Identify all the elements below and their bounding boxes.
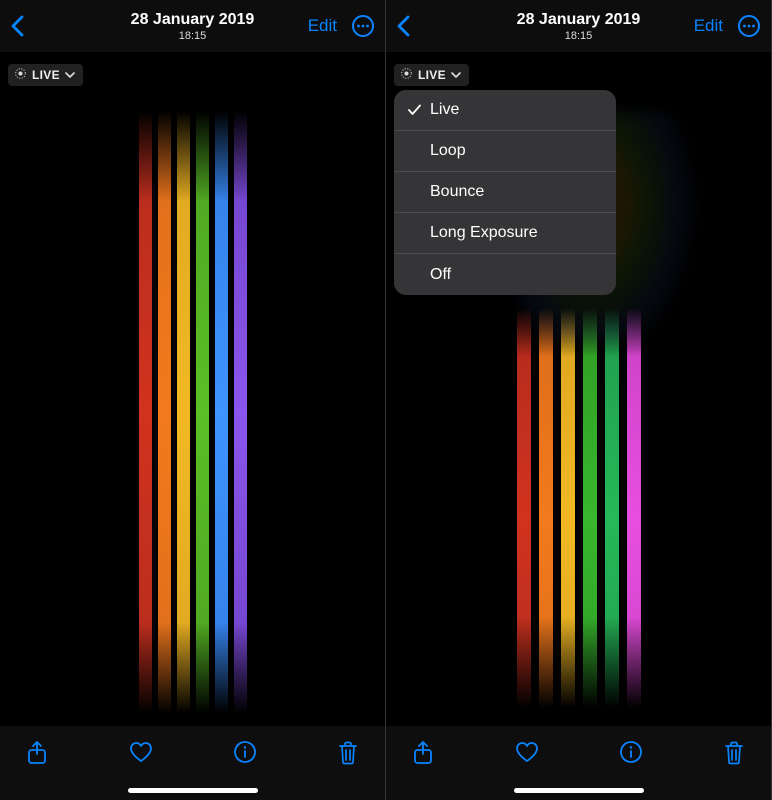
back-button[interactable] — [10, 15, 26, 37]
menu-item-long-exposure[interactable]: Long Exposure — [394, 213, 616, 254]
live-badge[interactable]: LIVE — [394, 64, 469, 86]
share-button[interactable] — [26, 740, 48, 766]
menu-item-label: Off — [430, 266, 451, 284]
home-indicator[interactable] — [514, 788, 644, 793]
menu-item-label: Bounce — [430, 183, 484, 201]
menu-item-live[interactable]: Live — [394, 90, 616, 131]
menu-item-label: Loop — [430, 142, 466, 160]
photo-content[interactable]: LIVE Live Loop Bounce Long Ex — [386, 52, 771, 726]
edit-button[interactable]: Edit — [694, 16, 723, 36]
menu-item-off[interactable]: Off — [394, 254, 616, 295]
menu-item-label: Long Exposure — [430, 224, 538, 242]
header-title: 28 January 2019 18:15 — [468, 11, 689, 42]
favorite-button[interactable] — [128, 740, 154, 764]
favorite-button[interactable] — [514, 740, 540, 764]
top-bar: 28 January 2019 18:15 Edit — [0, 0, 385, 52]
screen-photo-viewer-menu-open: 28 January 2019 18:15 Edit LIVE — [386, 0, 772, 800]
header-title: 28 January 2019 18:15 — [82, 11, 303, 42]
delete-button[interactable] — [723, 740, 745, 766]
share-button[interactable] — [412, 740, 434, 766]
live-photo-icon — [14, 67, 27, 83]
check-icon — [408, 104, 421, 116]
live-badge-label: LIVE — [32, 68, 60, 82]
photo-content[interactable]: LIVE — [0, 52, 385, 726]
live-badge[interactable]: LIVE — [8, 64, 83, 86]
screen-photo-viewer-collapsed: 28 January 2019 18:15 Edit LIVE — [0, 0, 386, 800]
info-button[interactable] — [233, 740, 257, 764]
live-effect-menu: Live Loop Bounce Long Exposure Off — [394, 90, 616, 295]
more-button[interactable] — [737, 14, 761, 38]
chevron-down-icon — [65, 68, 75, 82]
top-bar: 28 January 2019 18:15 Edit — [386, 0, 771, 52]
more-button[interactable] — [351, 14, 375, 38]
photo-rainbow-stripes — [133, 82, 253, 726]
menu-item-label: Live — [430, 101, 459, 119]
menu-item-bounce[interactable]: Bounce — [394, 172, 616, 213]
menu-item-loop[interactable]: Loop — [394, 131, 616, 172]
header-time: 18:15 — [468, 30, 689, 42]
live-photo-icon — [400, 67, 413, 83]
photo-rainbow-stripes — [516, 297, 642, 726]
delete-button[interactable] — [337, 740, 359, 766]
header-date: 28 January 2019 — [82, 11, 303, 29]
header-time: 18:15 — [82, 30, 303, 42]
home-indicator[interactable] — [128, 788, 258, 793]
chevron-down-icon — [451, 68, 461, 82]
edit-button[interactable]: Edit — [308, 16, 337, 36]
info-button[interactable] — [619, 740, 643, 764]
header-date: 28 January 2019 — [468, 11, 689, 29]
back-button[interactable] — [396, 15, 412, 37]
live-badge-label: LIVE — [418, 68, 446, 82]
